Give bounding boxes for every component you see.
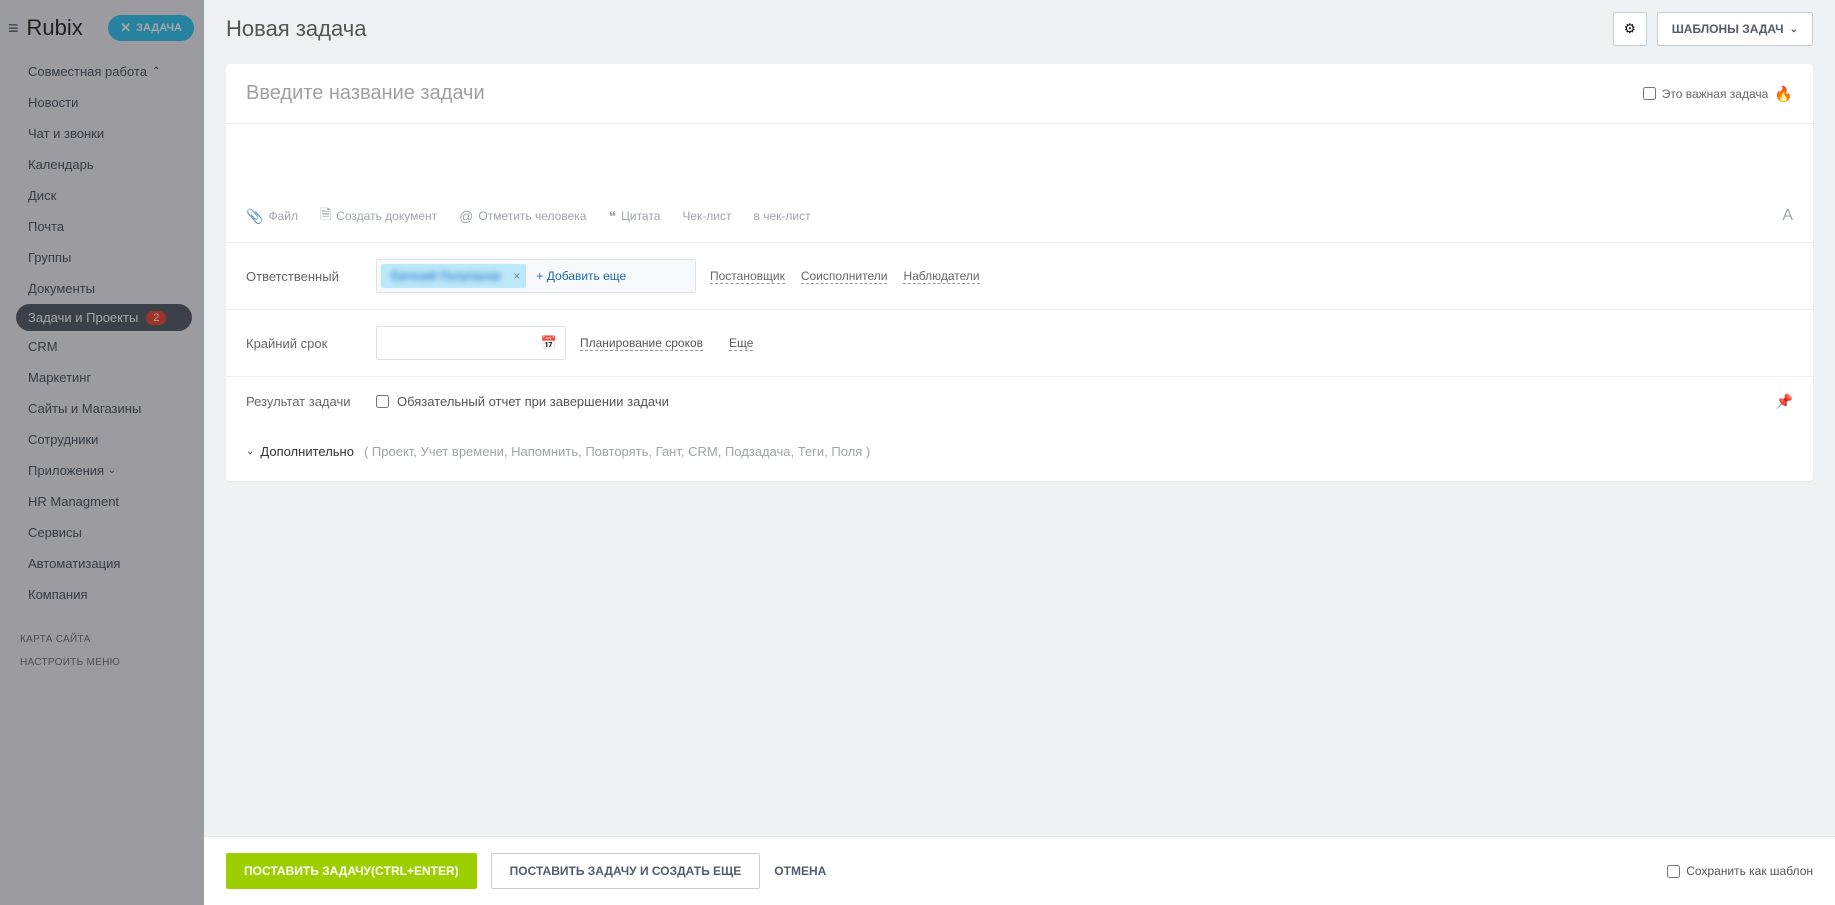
footer: ПОСТАВИТЬ ЗАДАЧУ(CTRL+ENTER) ПОСТАВИТЬ З… [204,836,1835,905]
deadline-more-link[interactable]: Еще [729,336,753,351]
text-format-button[interactable]: A [1782,207,1793,225]
mandatory-report-toggle[interactable]: Обязательный отчет при завершении задачи [376,394,669,409]
mandatory-report-checkbox[interactable] [376,395,389,408]
deadline-label: Крайний срок [246,336,376,351]
chevron-down-icon: ⌄ [1790,24,1798,35]
deadline-row: Крайний срок 📅 Планирование сроков Еще [226,310,1813,377]
templates-button[interactable]: ШАБЛОНЫ ЗАДАЧ ⌄ [1657,12,1813,46]
settings-button[interactable]: ⚙ [1613,12,1647,46]
assignee-chip[interactable]: Евгений Полупанов × [381,264,526,288]
additional-toggle[interactable]: ⌄ Дополнительно [246,444,354,459]
important-checkbox[interactable] [1643,87,1656,100]
document-icon: 🗎 [320,204,331,228]
result-label: Результат задачи [246,394,376,409]
role-accomplices-link[interactable]: Соисполнители [801,269,888,284]
save-template-label: Сохранить как шаблон [1686,864,1813,878]
mandatory-report-label: Обязательный отчет при завершении задачи [397,394,669,409]
remove-assignee-icon[interactable]: × [513,269,520,283]
planning-link[interactable]: Планирование сроков [580,336,703,351]
additional-label: Дополнительно [260,444,354,459]
to-checklist-button[interactable]: в чек-лист [754,209,811,223]
at-icon: @ [459,208,473,224]
main-content: Новая задача ⚙ ШАБЛОНЫ ЗАДАЧ ⌄ Это важна… [204,0,1835,905]
save-template-checkbox[interactable] [1667,865,1680,878]
assignee-field[interactable]: Евгений Полупанов × + Добавить еще [376,259,696,293]
submit-and-create-button[interactable]: ПОСТАВИТЬ ЗАДАЧУ И СОЗДАТЬ ЕЩЕ [491,853,761,889]
additional-hints: ( Проект, Учет времени, Напомнить, Повто… [364,444,870,459]
quote-icon: ❝ [608,208,616,225]
role-observers-link[interactable]: Наблюдатели [903,269,979,284]
checklist-button[interactable]: Чек-лист [682,209,731,223]
calendar-icon: 📅 [541,335,557,351]
attach-file-button[interactable]: 📎 Файл [246,208,298,225]
quote-button[interactable]: ❝ Цитата [608,208,660,225]
submit-button[interactable]: ПОСТАВИТЬ ЗАДАЧУ(CTRL+ENTER) [226,853,477,889]
header: Новая задача ⚙ ШАБЛОНЫ ЗАДАЧ ⌄ [204,0,1835,64]
chevron-down-icon: ⌄ [246,446,254,457]
editor-toolbar: 📎 Файл 🗎 Создать документ @ Отметить чел… [226,194,1813,243]
task-title-input[interactable] [246,82,1643,105]
create-doc-button[interactable]: 🗎 Создать документ [320,204,437,228]
templates-label: ШАБЛОНЫ ЗАДАЧ [1672,22,1784,36]
pin-icon[interactable]: 📌 [1776,393,1793,410]
task-form-card: Это важная задача 🔥 📎 Файл 🗎 Создать док… [226,64,1813,481]
page-title: Новая задача [226,16,366,42]
role-creator-link[interactable]: Постановщик [710,269,785,284]
responsible-row: Ответственный Евгений Полупанов × + Доба… [226,243,1813,310]
fire-icon: 🔥 [1774,85,1793,103]
sidebar: ≡ Rubix ✕ ЗАДАЧА Совместная работа ⌃ Нов… [0,0,204,905]
deadline-input[interactable]: 📅 [376,326,566,360]
result-row: Результат задачи Обязательный отчет при … [226,377,1813,426]
sidebar-overlay [0,0,204,905]
additional-section: ⌄ Дополнительно ( Проект, Учет времени, … [226,426,1813,481]
important-task-toggle[interactable]: Это важная задача 🔥 [1643,85,1793,103]
important-label: Это важная задача [1662,87,1769,101]
mention-button[interactable]: @ Отметить человека [459,208,586,224]
add-assignee-link[interactable]: + Добавить еще [536,269,626,283]
task-description-editor[interactable] [226,124,1813,194]
responsible-label: Ответственный [246,269,376,284]
cancel-button[interactable]: ОТМЕНА [774,864,826,878]
save-template-toggle[interactable]: Сохранить как шаблон [1667,864,1813,878]
paperclip-icon: 📎 [246,208,263,225]
gear-icon: ⚙ [1624,21,1636,37]
